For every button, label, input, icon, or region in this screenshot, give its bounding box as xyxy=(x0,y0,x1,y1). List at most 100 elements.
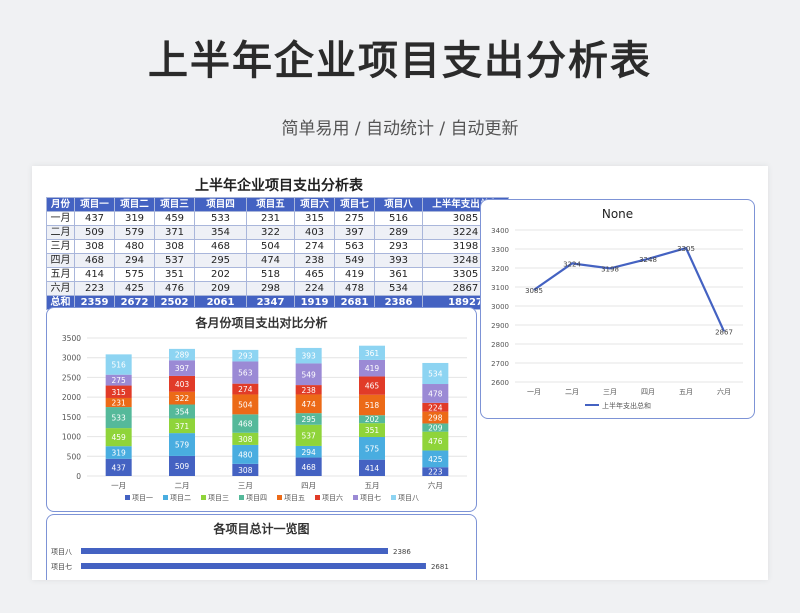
data-label: 371 xyxy=(175,422,190,431)
legend-label: 项目七 xyxy=(360,493,381,502)
data-label: 294 xyxy=(302,448,317,457)
column-header: 项目七 xyxy=(334,197,375,212)
table-cell: 351 xyxy=(154,267,195,282)
y-tick-label: 2000 xyxy=(62,393,81,402)
y-tick-label: 3400 xyxy=(491,227,509,235)
x-tick-label: 六月 xyxy=(428,480,443,490)
table-cell: 474 xyxy=(246,253,295,268)
table-cell: 468 xyxy=(194,239,247,254)
data-label: 504 xyxy=(238,400,253,409)
line-chart: None 2600 2700 2800 2900 3000 3100 3200 3300 3400… xyxy=(491,207,743,410)
column-header: 项目五 xyxy=(246,197,295,212)
y-tick-label: 3100 xyxy=(491,284,509,292)
column-header: 项目八 xyxy=(374,197,423,212)
expense-table: 月份 项目一 项目二 项目三 项目四 项目五 项目六 项目七 项目八 上半年支出总和 一月 437 3… xyxy=(46,197,509,310)
chart-title: None xyxy=(602,207,633,221)
table-cell: 533 xyxy=(194,211,247,226)
x-tick-label: 一月 xyxy=(527,388,541,396)
y-tick-label: 1000 xyxy=(62,433,81,442)
table-cell: 308 xyxy=(154,239,195,254)
data-label: 209 xyxy=(428,424,443,433)
data-label: 238 xyxy=(302,386,317,395)
legend-swatch xyxy=(391,495,396,500)
data-label: 3248 xyxy=(639,256,657,264)
data-label: 516 xyxy=(112,361,127,370)
data-label: 2386 xyxy=(393,548,411,556)
bar xyxy=(81,563,426,569)
data-label: 3085 xyxy=(525,287,543,295)
table-cell: 289 xyxy=(374,225,423,240)
table-title: 上半年企业项目支出分析表 xyxy=(195,178,363,194)
row-label: 六月 xyxy=(46,281,75,296)
table-cell: 563 xyxy=(334,239,375,254)
data-label: 274 xyxy=(238,385,253,394)
x-tick-label: 二月 xyxy=(175,481,190,490)
y-tick-label: 1500 xyxy=(62,413,81,422)
data-label: 478 xyxy=(428,389,443,398)
data-label: 319 xyxy=(112,448,127,457)
bar xyxy=(81,548,388,554)
table-cell: 414 xyxy=(74,267,115,282)
data-label: 351 xyxy=(365,426,380,435)
data-label: 425 xyxy=(428,455,443,464)
table-cell: 294 xyxy=(114,253,155,268)
column-header: 项目四 xyxy=(194,197,247,212)
table-cell: 371 xyxy=(154,225,195,240)
y-tick-label: 3300 xyxy=(491,246,509,254)
data-label: 275 xyxy=(112,376,127,385)
table-row: 四月 468 294 537 295 474 238 549 393 3248 xyxy=(46,253,509,268)
data-label: 579 xyxy=(175,441,190,450)
data-label: 575 xyxy=(365,444,380,453)
y-tick-label: 2600 xyxy=(491,379,509,387)
table-cell: 504 xyxy=(246,239,295,254)
legend-label: 上半年支出总和 xyxy=(602,401,651,410)
data-label: 3305 xyxy=(677,245,695,253)
chart-title: 各项目总计一览图 xyxy=(212,521,309,536)
table-row: 六月 223 425 476 209 298 224 478 534 2867 xyxy=(46,281,509,296)
x-tick-label: 四月 xyxy=(641,388,655,396)
table-cell: 480 xyxy=(114,239,155,254)
table-cell: 403 xyxy=(294,225,335,240)
data-label: 563 xyxy=(238,369,253,378)
table-cell: 209 xyxy=(194,281,247,296)
table-cell: 476 xyxy=(154,281,195,296)
data-label: 480 xyxy=(238,450,253,459)
data-label: 393 xyxy=(302,352,317,361)
x-tick-label: 六月 xyxy=(717,387,731,396)
column-header: 项目二 xyxy=(114,197,155,212)
data-label: 361 xyxy=(365,349,380,358)
table-row: 二月 509 579 371 354 322 403 397 289 3224 xyxy=(46,225,509,240)
spreadsheet: 上半年企业项目支出分析表 月份 项目一 项目二 项目三 项目四 项目五 项目六 项目七 项目八上… xyxy=(32,166,768,580)
data-label: 2681 xyxy=(431,563,449,571)
legend-swatch xyxy=(239,495,244,500)
y-tick-label: 2700 xyxy=(491,360,509,368)
data-label: 289 xyxy=(175,351,190,360)
y-tick-label: 2900 xyxy=(491,322,509,330)
table-cell: 275 xyxy=(334,211,375,226)
table-cell: 419 xyxy=(334,267,375,282)
row-label: 五月 xyxy=(46,267,75,282)
legend-swatch xyxy=(163,495,168,500)
data-label: 397 xyxy=(175,364,190,373)
row-label: 四月 xyxy=(46,253,75,268)
table-cell: 298 xyxy=(246,281,295,296)
table-cell: 354 xyxy=(194,225,247,240)
data-label: 295 xyxy=(302,415,317,424)
table-row: 三月 308 480 308 468 504 274 563 293 3198 xyxy=(46,239,509,254)
data-label: 419 xyxy=(365,364,380,373)
stacked-chart-panel: 各月份项目支出对比分析 0 500 1000 1500 2000 2500 3000 3500 4… xyxy=(46,307,477,512)
column-header: 项目一 xyxy=(74,197,115,212)
legend-swatch xyxy=(277,495,282,500)
row-label: 二月 xyxy=(46,225,75,240)
table-cell: 315 xyxy=(294,211,335,226)
horizontal-bar-chart: 各项目总计一览图项目八 2386 项目七 2681 xyxy=(51,521,449,571)
legend-label: 项目二 xyxy=(170,494,191,502)
table-cell: 518 xyxy=(246,267,295,282)
data-label: 537 xyxy=(302,431,317,440)
table-cell: 397 xyxy=(334,225,375,240)
line-chart-panel: None 2600 2700 2800 2900 3000 3100 3200 3300 3400… xyxy=(480,199,755,419)
table-cell: 509 xyxy=(74,225,115,240)
table-cell: 437 xyxy=(74,211,115,226)
table-cell: 322 xyxy=(246,225,295,240)
data-label: 3224 xyxy=(563,260,581,268)
